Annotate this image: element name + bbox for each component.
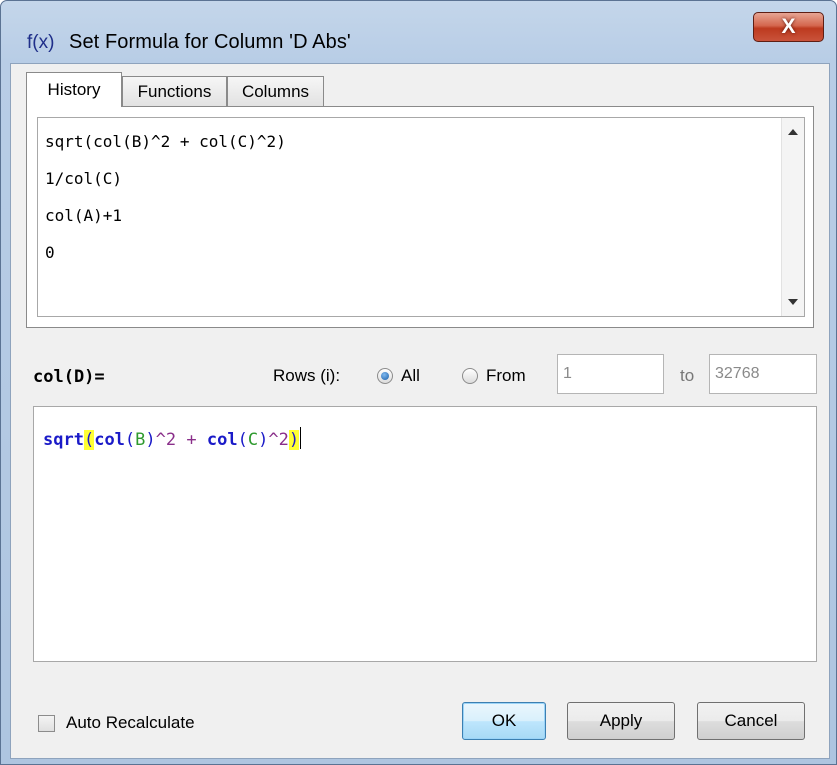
close-button[interactable]: X [753,12,824,42]
formula-token: C [247,430,259,450]
formula-token: col [94,430,125,450]
title-bar[interactable]: f(x) Set Formula for Column 'D Abs' X [1,1,836,61]
rows-all-label[interactable]: All [401,366,420,386]
history-item[interactable]: 0 [45,243,55,262]
formula-token: ) [258,430,269,450]
rows-from-label[interactable]: From [486,366,526,386]
ok-button[interactable]: OK [462,702,546,740]
tab-history[interactable]: History [26,72,122,107]
formula-editor[interactable]: sqrt(col(B)^2 + col(C)^2) [33,406,817,662]
scroll-up-icon[interactable] [788,129,798,135]
apply-button[interactable]: Apply [567,702,675,740]
formula-text[interactable]: sqrt(col(B)^2 + col(C)^2) [43,427,302,450]
rows-from-input[interactable] [557,354,664,394]
formula-token: + [176,430,207,450]
history-panel: sqrt(col(B)^2 + col(C)^2) 1/col(C) col(A… [26,106,814,328]
history-item[interactable]: col(A)+1 [45,206,122,225]
rows-to-input[interactable] [709,354,817,394]
tab-columns[interactable]: Columns [227,76,324,106]
dialog-window: f(x) Set Formula for Column 'D Abs' X Hi… [0,0,837,765]
rows-label: Rows (i): [273,366,341,385]
formula-token: ( [124,430,136,450]
checkbox-icon[interactable] [38,715,55,732]
window-title: Set Formula for Column 'D Abs' [69,31,351,53]
close-icon: X [781,15,796,38]
scroll-down-icon[interactable] [788,299,798,305]
history-item[interactable]: 1/col(C) [45,169,122,188]
history-item[interactable]: sqrt(col(B)^2 + col(C)^2) [45,132,286,151]
history-scrollbar[interactable] [781,118,804,316]
history-list[interactable]: sqrt(col(B)^2 + col(C)^2) 1/col(C) col(A… [37,117,805,317]
formula-token: ( [83,430,95,450]
formula-token: ( [237,430,248,450]
dialog-body: History Functions Columns sqrt(col(B)^2 … [10,63,830,759]
formula-token: col [206,430,238,450]
formula-token: ^2 [155,430,177,450]
tab-functions[interactable]: Functions [122,76,227,106]
formula-token: ^2 [268,430,289,450]
formula-token: ) [145,430,156,450]
formula-token: ) [288,430,300,450]
rows-from-radio[interactable] [462,368,478,384]
rows-to-label: to [680,366,695,385]
text-caret [300,427,302,449]
formula-token: sqrt [43,430,84,450]
rows-all-radio[interactable] [377,368,393,384]
formula-token: B [135,430,146,450]
auto-recalculate-label[interactable]: Auto Recalculate [66,713,195,733]
target-column-label: col(D)= [33,367,105,387]
cancel-button[interactable]: Cancel [697,702,805,740]
fx-icon: f(x) [27,32,55,53]
